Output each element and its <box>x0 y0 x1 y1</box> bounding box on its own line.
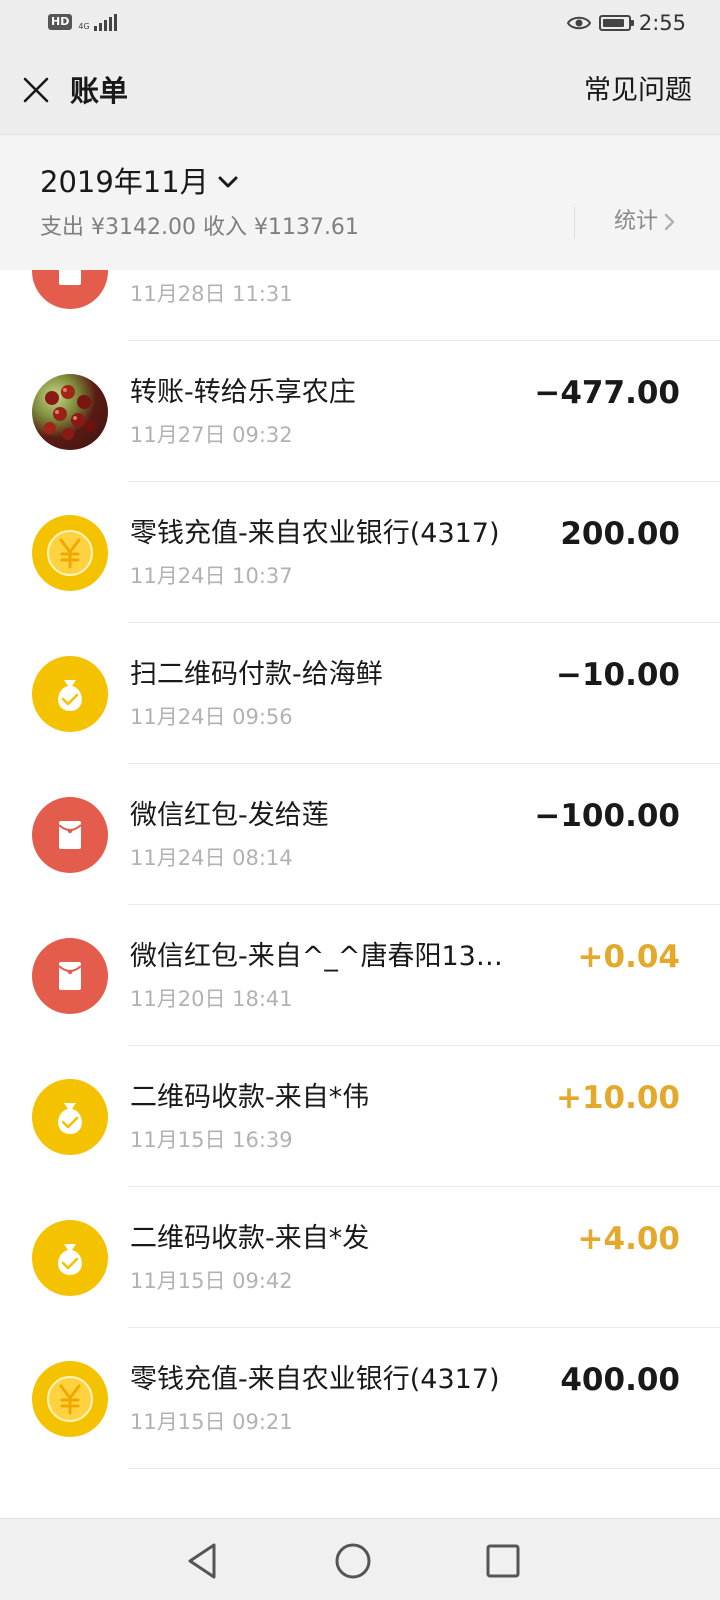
signal-icon: 4G <box>78 13 117 31</box>
avatar <box>32 374 108 450</box>
transaction-row[interactable]: 转账-转给乐享农庄 11月27日 09:32 −477.00 <box>0 341 720 482</box>
transaction-date: 11月15日 09:42 <box>130 1269 293 1293</box>
red-envelope-icon <box>32 797 108 873</box>
transaction-date: 11月20日 18:41 <box>130 987 293 1011</box>
transaction-date: 11月15日 16:39 <box>130 1128 293 1152</box>
transaction-title: 零钱充值-来自农业银行(4317) <box>130 518 500 549</box>
transaction-title: 微信红包-发给莲 <box>130 800 329 831</box>
stats-link[interactable]: 统计 <box>614 207 676 237</box>
status-right: 2:55 <box>566 11 686 35</box>
close-icon <box>23 77 49 103</box>
transaction-amount: 400.00 <box>560 1362 680 1398</box>
month-totals: 支出 ¥3142.00 收入 ¥1137.61 <box>40 215 359 240</box>
money-bag-icon <box>32 1079 108 1155</box>
transaction-amount: 200.00 <box>560 516 680 552</box>
transaction-amount: +10.00 <box>555 1080 680 1116</box>
month-label: 2019年11月 <box>40 165 209 199</box>
faq-link[interactable]: 常见问题 <box>584 72 692 110</box>
row-divider <box>128 1468 720 1469</box>
hd-badge: HD <box>48 14 73 30</box>
close-button[interactable] <box>18 72 54 108</box>
network-type: 4G <box>78 22 90 31</box>
transaction-row[interactable]: 扫二维码付款-给海鲜 11月24日 09:56 −10.00 <box>0 623 720 764</box>
nav-recents-button[interactable] <box>481 1539 525 1583</box>
month-summary: 2019年11月 支出 ¥3142.00 收入 ¥1137.61 统计 <box>0 134 720 270</box>
recents-square-icon <box>486 1544 520 1578</box>
transaction-title: 零钱充值-来自农业银行(4317) <box>130 1364 500 1395</box>
transaction-row[interactable]: 微信红包-来自^_^唐春阳1389... 11月20日 18:41 +0.04 <box>0 905 720 1046</box>
yuan-coin-icon <box>32 1361 108 1437</box>
yuan-coin-icon <box>32 515 108 591</box>
status-bar: HD 4G 2:55 <box>0 0 720 48</box>
month-picker[interactable]: 2019年11月 <box>40 163 239 201</box>
page-title: 账单 <box>70 74 129 108</box>
transaction-list[interactable]: 11月28日 11:31 转账-转给乐享农庄 11月27日 09:32 −477.00… <box>0 270 720 1518</box>
home-circle-icon <box>335 1543 371 1579</box>
back-triangle-icon <box>188 1543 216 1579</box>
transaction-amount: −477.00 <box>534 375 680 411</box>
red-envelope-icon <box>32 270 108 309</box>
nav-back-button[interactable] <box>180 1539 224 1583</box>
chevron-right-icon <box>664 213 675 231</box>
transaction-row[interactable]: 微信红包-发给莲 11月24日 08:14 −100.00 <box>0 764 720 905</box>
summary-divider <box>574 207 575 239</box>
transaction-date: 11月24日 08:14 <box>130 846 293 870</box>
transaction-amount: −100.00 <box>534 798 680 834</box>
transaction-date: 11月24日 09:56 <box>130 705 293 729</box>
transaction-title: 转账-转给乐享农庄 <box>130 377 356 408</box>
transaction-amount: +0.04 <box>577 939 680 975</box>
header-bar: 账单 常见问题 <box>0 48 720 134</box>
status-time: 2:55 <box>638 11 686 35</box>
stats-label: 统计 <box>614 209 659 234</box>
transaction-row[interactable]: 二维码收款-来自*伟 11月15日 16:39 +10.00 <box>0 1046 720 1187</box>
system-nav-bar <box>0 1518 720 1600</box>
red-envelope-icon <box>32 938 108 1014</box>
status-left: HD 4G <box>48 13 117 31</box>
transaction-row[interactable]: 二维码收款-来自*发 11月15日 09:42 +4.00 <box>0 1187 720 1328</box>
transaction-date: 11月24日 10:37 <box>130 564 293 588</box>
transaction-date: 11月28日 11:31 <box>130 282 293 306</box>
money-bag-icon <box>32 656 108 732</box>
eye-icon <box>566 16 591 30</box>
transaction-row[interactable]: 11月28日 11:31 <box>0 270 720 341</box>
battery-icon <box>598 15 634 31</box>
transaction-amount: −10.00 <box>555 657 680 693</box>
transaction-row[interactable]: 零钱充值-来自农业银行(4317) 11月15日 09:21 400.00 <box>0 1328 720 1469</box>
transaction-title: 扫二维码付款-给海鲜 <box>130 659 383 690</box>
transaction-title: 微信红包-来自^_^唐春阳1389... <box>130 941 520 972</box>
transaction-title: 二维码收款-来自*伟 <box>130 1082 370 1113</box>
transaction-row[interactable]: 零钱充值-来自农业银行(4317) 11月24日 10:37 200.00 <box>0 482 720 623</box>
money-bag-icon <box>32 1220 108 1296</box>
transaction-title: 二维码收款-来自*发 <box>130 1223 370 1254</box>
transaction-date: 11月27日 09:32 <box>130 423 293 447</box>
chevron-down-icon <box>218 176 238 188</box>
transaction-date: 11月15日 09:21 <box>130 1410 293 1434</box>
transaction-amount: +4.00 <box>577 1221 680 1257</box>
nav-home-button[interactable] <box>331 1539 375 1583</box>
